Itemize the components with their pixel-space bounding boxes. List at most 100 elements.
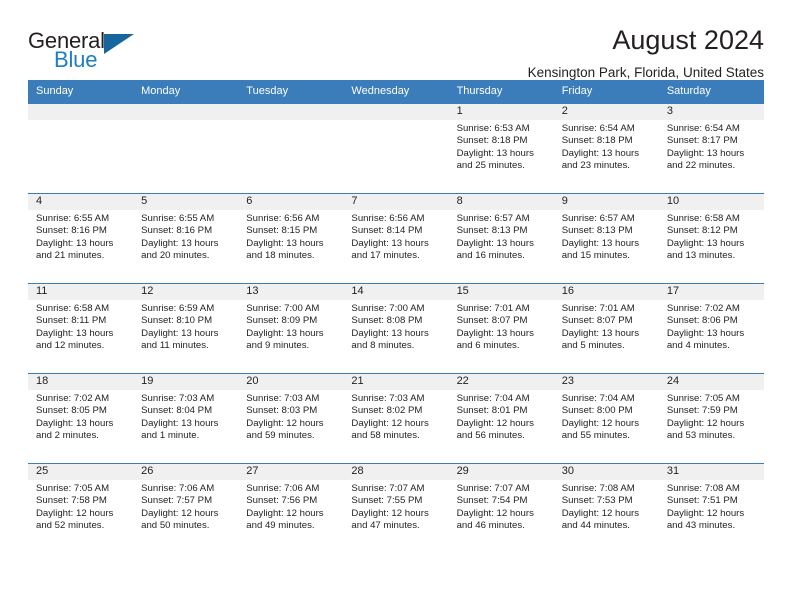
sunset-time: Sunset: 8:13 PM — [561, 225, 633, 237]
daylight-duration-line1: Daylight: 13 hours — [561, 147, 640, 159]
calendar-day-cell[interactable]: 9 Sunrise: 6:57 AM Sunset: 8:13 PM Daylight… — [553, 193, 659, 283]
sunrise-time: Sunrise: 7:06 AM — [141, 482, 215, 494]
day-number — [28, 103, 134, 120]
calendar-weeks: 1 Sunrise: 6:53 AM Sunset: 8:18 PM Daylight… — [28, 103, 764, 553]
header-titles: August 2024 Kensington Park, Florida, Un… — [148, 25, 764, 81]
daylight-duration-line2: and 50 minutes. — [141, 519, 210, 531]
calendar-day-cell[interactable]: 26 Sunrise: 7:06 AM Sunset: 7:57 PM Dayligh… — [133, 463, 239, 553]
sunset-time: Sunset: 8:18 PM — [456, 135, 528, 147]
calendar-day-cell[interactable]: 4 Sunrise: 6:55 AM Sunset: 8:16 PM Daylight… — [28, 193, 134, 283]
sunset-time: Sunset: 8:16 PM — [36, 225, 107, 237]
daylight-duration-line2: and 56 minutes. — [456, 429, 525, 441]
sunrise-time: Sunrise: 7:01 AM — [561, 302, 635, 314]
sunrise-time: Sunrise: 7:04 AM — [561, 392, 635, 404]
calendar-day-cell[interactable]: 12 Sunrise: 6:59 AM Sunset: 8:10 PM Dayligh… — [133, 283, 239, 373]
calendar-day-cell[interactable]: 22 Sunrise: 7:04 AM Sunset: 8:01 PM Dayligh… — [448, 373, 554, 463]
calendar-day-cell[interactable]: 23 Sunrise: 7:04 AM Sunset: 8:00 PM Dayligh… — [553, 373, 659, 463]
day-number: 30 — [553, 463, 659, 480]
day-details: Sunrise: 7:04 AM Sunset: 8:00 PM Daylight:… — [554, 390, 659, 443]
calendar-day-cell[interactable]: 10 Sunrise: 6:58 AM Sunset: 8:12 PM Dayligh… — [658, 193, 764, 283]
calendar-day-cell[interactable]: 16 Sunrise: 7:01 AM Sunset: 8:07 PM Dayligh… — [553, 283, 659, 373]
logo-text-blue: Blue — [54, 47, 98, 72]
calendar-week-row: 4 Sunrise: 6:55 AM Sunset: 8:16 PM Daylight… — [28, 192, 764, 283]
daylight-duration-line1: Daylight: 12 hours — [351, 507, 429, 519]
sunrise-time: Sunrise: 6:56 AM — [246, 212, 320, 224]
daylight-duration-line2: and 52 minutes. — [36, 519, 105, 531]
sunset-time: Sunset: 7:53 PM — [561, 495, 633, 507]
calendar-grid: Sunday Monday Tuesday Wednesday Thursday… — [28, 80, 764, 553]
sunrise-time: Sunrise: 7:08 AM — [666, 482, 740, 494]
daylight-duration-line1: Daylight: 12 hours — [36, 507, 114, 519]
sunrise-time: Sunrise: 6:55 AM — [141, 212, 215, 224]
day-details: Sunrise: 6:57 AM Sunset: 8:13 PM Daylight:… — [554, 210, 659, 263]
day-number: 24 — [658, 373, 764, 390]
day-number: 1 — [448, 103, 554, 120]
page-title: August 2024 — [612, 25, 764, 55]
daylight-duration-line2: and 43 minutes. — [666, 519, 736, 531]
calendar-day-cell[interactable]: 3 Sunrise: 6:54 AM Sunset: 8:17 PM Daylight… — [658, 103, 764, 193]
calendar-day-cell[interactable]: 25 Sunrise: 7:05 AM Sunset: 7:58 PM Dayligh… — [28, 463, 134, 553]
daylight-duration-line2: and 20 minutes. — [141, 249, 210, 261]
calendar-day-cell[interactable]: 14 Sunrise: 7:00 AM Sunset: 8:08 PM Dayligh… — [343, 283, 449, 373]
day-details: Sunrise: 7:06 AM Sunset: 7:57 PM Daylight:… — [133, 480, 238, 533]
daylight-duration-line1: Daylight: 13 hours — [36, 417, 114, 429]
calendar-day-cell[interactable]: 24 Sunrise: 7:05 AM Sunset: 7:59 PM Dayligh… — [658, 373, 764, 463]
day-details: Sunrise: 6:54 AM Sunset: 8:18 PM Daylight:… — [554, 120, 659, 173]
calendar-day-cell[interactable]: 8 Sunrise: 6:57 AM Sunset: 8:13 PM Daylight… — [448, 193, 554, 283]
calendar-day-cell[interactable]: 19 Sunrise: 7:03 AM Sunset: 8:04 PM Dayligh… — [133, 373, 239, 463]
sunrise-time: Sunrise: 6:55 AM — [36, 212, 110, 224]
sunrise-time: Sunrise: 6:56 AM — [351, 212, 425, 224]
day-number: 8 — [448, 193, 554, 210]
day-details: Sunrise: 6:55 AM Sunset: 8:16 PM Daylight:… — [133, 210, 238, 263]
calendar-day-cell[interactable]: 30 Sunrise: 7:08 AM Sunset: 7:53 PM Dayligh… — [553, 463, 659, 553]
sunrise-time: Sunrise: 6:57 AM — [561, 212, 635, 224]
calendar-day-cell[interactable]: 29 Sunrise: 7:07 AM Sunset: 7:54 PM Dayligh… — [448, 463, 554, 553]
calendar-day-cell[interactable]: 31 Sunrise: 7:08 AM Sunset: 7:51 PM Dayligh… — [658, 463, 764, 553]
daylight-duration-line2: and 8 minutes. — [351, 339, 415, 351]
daylight-duration-line1: Daylight: 12 hours — [246, 417, 324, 429]
calendar-day-cell[interactable]: 2 Sunrise: 6:54 AM Sunset: 8:18 PM Daylight… — [553, 103, 659, 193]
daylight-duration-line2: and 9 minutes. — [246, 339, 310, 351]
weekday-header-tuesday: Tuesday — [246, 85, 289, 97]
calendar-day-cell[interactable]: 1 Sunrise: 6:53 AM Sunset: 8:18 PM Daylight… — [448, 103, 554, 193]
calendar-day-cell[interactable]: 13 Sunrise: 7:00 AM Sunset: 8:09 PM Dayligh… — [238, 283, 344, 373]
calendar-day-cell[interactable]: 5 Sunrise: 6:55 AM Sunset: 8:16 PM Daylight… — [133, 193, 239, 283]
calendar-day-cell[interactable]: 27 Sunrise: 7:06 AM Sunset: 7:56 PM Dayligh… — [238, 463, 344, 553]
day-number: 14 — [343, 283, 449, 300]
general-blue-logo[interactable]: General Blue — [28, 26, 148, 72]
day-details: Sunrise: 7:02 AM Sunset: 8:06 PM Daylight:… — [659, 300, 764, 353]
daylight-duration-line2: and 22 minutes. — [666, 159, 736, 171]
sunset-time: Sunset: 8:15 PM — [246, 225, 318, 237]
daylight-duration-line2: and 4 minutes. — [666, 339, 730, 351]
day-number: 31 — [658, 463, 764, 480]
calendar-day-cell[interactable]: 21 Sunrise: 7:03 AM Sunset: 8:02 PM Dayligh… — [343, 373, 449, 463]
calendar-day-cell[interactable]: 28 Sunrise: 7:07 AM Sunset: 7:55 PM Dayligh… — [343, 463, 449, 553]
sunrise-time: Sunrise: 7:05 AM — [666, 392, 740, 404]
calendar-day-cell[interactable]: 6 Sunrise: 6:56 AM Sunset: 8:15 PM Daylight… — [238, 193, 344, 283]
day-number — [343, 103, 449, 120]
calendar-week-row: 11 Sunrise: 6:58 AM Sunset: 8:11 PM Dayligh… — [28, 282, 764, 373]
sunset-time: Sunset: 8:18 PM — [561, 135, 633, 147]
sunset-time: Sunset: 8:14 PM — [351, 225, 423, 237]
daylight-duration-line2: and 13 minutes. — [666, 249, 736, 261]
day-number: 22 — [448, 373, 554, 390]
daylight-duration-line2: and 18 minutes. — [246, 249, 315, 261]
day-number: 4 — [28, 193, 134, 210]
sunset-time: Sunset: 7:56 PM — [246, 495, 318, 507]
sunset-time: Sunset: 8:04 PM — [141, 405, 213, 417]
day-number: 15 — [448, 283, 554, 300]
sunset-time: Sunset: 7:54 PM — [456, 495, 528, 507]
calendar-day-cell[interactable]: 11 Sunrise: 6:58 AM Sunset: 8:11 PM Dayligh… — [28, 283, 134, 373]
daylight-duration-line2: and 21 minutes. — [36, 249, 105, 261]
calendar-day-cell[interactable]: 7 Sunrise: 6:56 AM Sunset: 8:14 PM Daylight… — [343, 193, 449, 283]
calendar-day-cell[interactable]: 20 Sunrise: 7:03 AM Sunset: 8:03 PM Dayligh… — [238, 373, 344, 463]
day-details: Sunrise: 7:03 AM Sunset: 8:02 PM Daylight:… — [343, 390, 448, 443]
daylight-duration-line1: Daylight: 13 hours — [351, 237, 429, 249]
location-subtitle: Kensington Park, Florida, United States — [527, 65, 764, 81]
calendar-day-cell[interactable]: 15 Sunrise: 7:01 AM Sunset: 8:07 PM Dayligh… — [448, 283, 554, 373]
calendar-day-cell[interactable]: 17 Sunrise: 7:02 AM Sunset: 8:06 PM Dayligh… — [658, 283, 764, 373]
calendar-day-cell[interactable]: 18 Sunrise: 7:02 AM Sunset: 8:05 PM Dayligh… — [28, 373, 134, 463]
sunset-time: Sunset: 8:13 PM — [456, 225, 528, 237]
daylight-duration-line2: and 11 minutes. — [141, 339, 209, 351]
day-details: Sunrise: 7:01 AM Sunset: 8:07 PM Daylight:… — [449, 300, 554, 353]
